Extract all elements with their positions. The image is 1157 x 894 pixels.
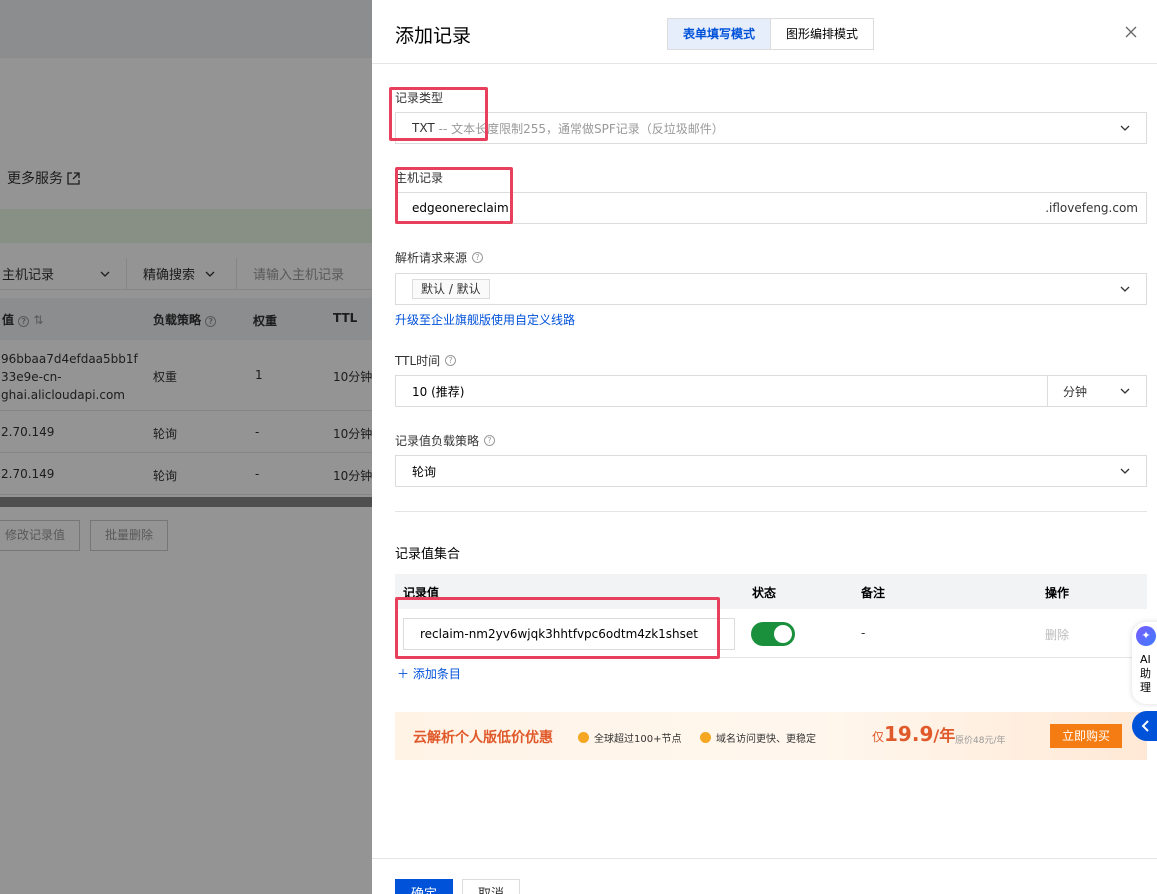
ai-assistant-label: AI助理 (1140, 653, 1151, 694)
column-action: 操作 (1045, 586, 1070, 600)
plus-icon: ＋ (397, 667, 410, 681)
price-prefix: 仅 (872, 730, 885, 744)
price-value: 19.9 (884, 722, 934, 746)
check-icon (578, 732, 589, 743)
promo-feature: 全球超过100+节点 (578, 730, 681, 745)
confirm-button[interactable]: 确定 (395, 879, 453, 894)
column-status: 状态 (752, 586, 777, 600)
ttl-label-text: TTL时间 (395, 354, 441, 368)
add-entry-button[interactable]: ＋ 添加条目 (397, 665, 461, 682)
lb-strategy-label-text: 记录值负载策略 (395, 434, 480, 448)
drawer-title: 添加记录 (395, 25, 472, 47)
ttl-unit-value: 分钟 (1063, 384, 1088, 399)
record-value-input[interactable]: reclaim-nm2yv6wjqk3hhtfvpc6odtm4zk1shset (403, 618, 735, 650)
drawer-header: 添加记录 表单填写模式 图形编排模式 (372, 0, 1157, 64)
modal-overlay[interactable] (0, 0, 372, 894)
record-set-title: 记录值集合 (395, 547, 461, 562)
host-record-input[interactable]: edgeonereclaim .iflovefeng.com (395, 192, 1147, 224)
add-record-drawer: 添加记录 表单填写模式 图形编排模式 记录类型 TXT -- 文本长度限制255… (372, 0, 1157, 894)
tab-graphic-mode[interactable]: 图形编排模式 (771, 19, 873, 49)
chevron-left-icon (1141, 720, 1149, 732)
record-type-select[interactable]: TXT -- 文本长度限制255，通常做SPF记录（反垃圾邮件） (395, 112, 1147, 144)
column-note: 备注 (861, 586, 886, 600)
record-table-header: 记录值 状态 备注 操作 (395, 574, 1147, 609)
promo-banner: 云解析个人版低价优惠 全球超过100+节点 域名访问更快、更稳定 仅19.9/年… (395, 712, 1147, 760)
close-icon[interactable] (1123, 24, 1139, 40)
chevron-down-icon (1120, 388, 1130, 394)
resolve-source-label: 解析请求来源? (395, 249, 484, 266)
ai-logo-icon: ✦ (1136, 626, 1156, 646)
collapse-panel-button[interactable] (1132, 711, 1157, 741)
check-icon (700, 732, 711, 743)
ttl-value: 10 (推荐) (412, 384, 465, 399)
promo-feature-text: 全球超过100+节点 (594, 734, 682, 745)
host-record-label: 主机记录 (395, 169, 443, 186)
record-type-label: 记录类型 (395, 89, 443, 106)
promo-price: 仅19.9/年 (872, 722, 955, 746)
resolve-source-select[interactable]: 默认 / 默认 (395, 273, 1147, 305)
host-record-label-text: 主机记录 (395, 171, 444, 185)
record-value-row: reclaim-nm2yv6wjqk3hhtfvpc6odtm4zk1shset… (395, 609, 1147, 658)
resolve-source-tag: 默认 / 默认 (412, 279, 490, 299)
promo-title: 云解析个人版低价优惠 (413, 730, 553, 746)
domain-suffix: .iflovefeng.com (1045, 201, 1138, 215)
delete-button[interactable]: 删除 (1045, 626, 1069, 643)
mode-tabs: 表单填写模式 图形编排模式 (667, 18, 875, 50)
help-icon[interactable]: ? (445, 355, 457, 366)
help-icon[interactable]: ? (472, 252, 484, 263)
lb-strategy-label: 记录值负载策略? (395, 432, 496, 449)
status-toggle[interactable] (751, 622, 795, 646)
record-type-value: TXT (412, 121, 435, 135)
original-price: 原价48元/年 (955, 736, 1006, 746)
cancel-button[interactable]: 取消 (462, 879, 520, 894)
promo-feature: 域名访问更快、更稳定 (700, 730, 816, 745)
chevron-down-icon (1120, 468, 1130, 474)
buy-now-button[interactable]: 立即购买 (1050, 724, 1123, 748)
column-record-value: 记录值 (403, 586, 440, 600)
record-type-hint: -- 文本长度限制255，通常做SPF记录（反垃圾邮件） (438, 121, 724, 136)
note-value: - (861, 626, 866, 640)
section-divider (395, 511, 1147, 512)
resolve-source-label-text: 解析请求来源 (395, 251, 468, 265)
record-values-table: 记录值 状态 备注 操作 reclaim-nm2yv6wjqk3hhtfvpc6… (395, 574, 1147, 658)
record-type-label-text: 记录类型 (395, 91, 444, 105)
ttl-unit-select[interactable]: 分钟 (1047, 375, 1147, 407)
add-entry-label: 添加条目 (412, 667, 461, 681)
ai-assistant-button[interactable]: ✦ AI助理 (1132, 622, 1157, 704)
help-icon[interactable]: ? (484, 435, 496, 446)
ttl-label: TTL时间? (395, 352, 457, 369)
lb-strategy-select[interactable]: 轮询 (395, 455, 1147, 487)
chevron-down-icon (1120, 286, 1130, 292)
promo-feature-text: 域名访问更快、更稳定 (716, 734, 816, 745)
chevron-down-icon (1120, 125, 1130, 131)
host-record-value: edgeonereclaim (412, 201, 509, 215)
price-unit: /年 (933, 726, 956, 745)
drawer-footer: 确定 取消 (372, 858, 1157, 894)
upgrade-link[interactable]: 升级至企业旗舰版使用自定义线路 (395, 311, 575, 328)
ttl-input[interactable]: 10 (推荐) (395, 375, 1048, 407)
tab-form-mode[interactable]: 表单填写模式 (668, 19, 772, 49)
lb-strategy-value: 轮询 (412, 464, 437, 479)
